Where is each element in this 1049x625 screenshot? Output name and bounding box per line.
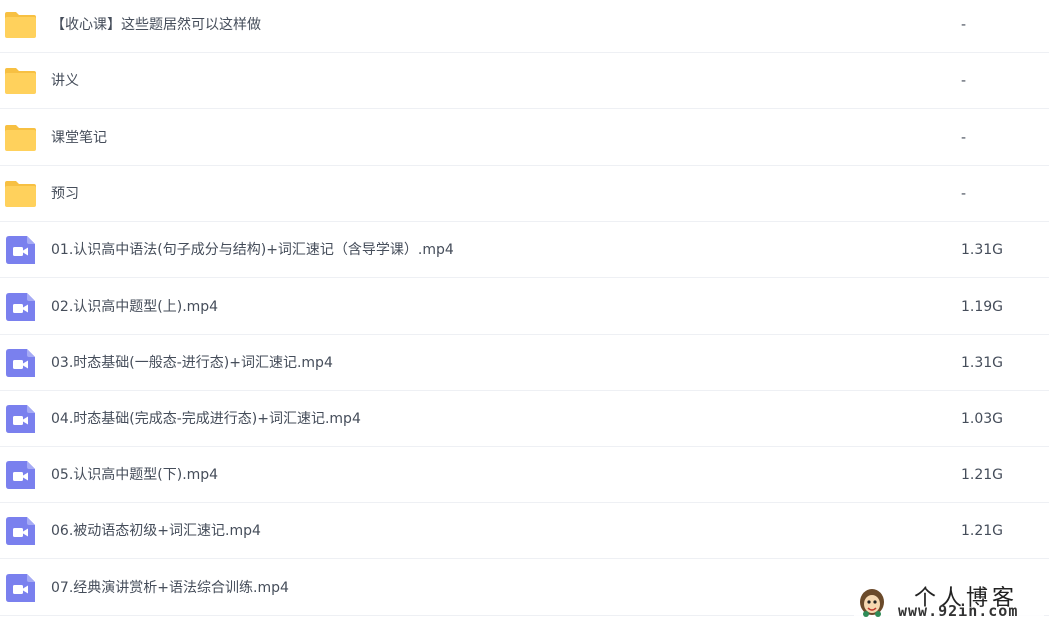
video-file-icon [4, 461, 37, 489]
list-item[interactable]: 预习 - [0, 166, 1049, 222]
list-item[interactable]: 05.认识高中题型(下).mp4 1.21G [0, 447, 1049, 503]
file-size: 1.21G [961, 467, 1004, 483]
list-item[interactable]: 04.时态基础(完成态-完成进行态)+词汇速记.mp4 1.03G [0, 391, 1049, 447]
file-size: 1.19G [961, 299, 1004, 315]
file-size: - [961, 186, 967, 202]
file-name: 06.被动语态初级+词汇速记.mp4 [51, 523, 261, 539]
folder-icon [4, 11, 37, 39]
file-name: 讲义 [51, 73, 79, 89]
list-item[interactable]: 01.认识高中语法(句子成分与结构)+词汇速记（含导学课）.mp4 1.31G [0, 222, 1049, 278]
video-file-icon [4, 517, 37, 545]
file-list: 【收心课】这些题居然可以这样做 - 讲义 - 课堂笔记 - 预习 - 01.认识… [0, 0, 1049, 625]
mascot-logo-icon [856, 584, 888, 622]
video-file-icon [4, 293, 37, 321]
file-size: 1.31G [961, 242, 1004, 258]
file-name: 03.时态基础(一般态-进行态)+词汇速记.mp4 [51, 355, 333, 371]
video-file-icon [4, 405, 37, 433]
file-name: 预习 [51, 186, 79, 202]
file-name: 课堂笔记 [51, 130, 107, 146]
file-size: 1.21G [961, 523, 1004, 539]
file-name: 07.经典演讲赏析+语法综合训练.mp4 [51, 580, 289, 596]
file-name: 04.时态基础(完成态-完成进行态)+词汇速记.mp4 [51, 411, 361, 427]
folder-icon [4, 124, 37, 152]
file-name: 01.认识高中语法(句子成分与结构)+词汇速记（含导学课）.mp4 [51, 242, 454, 258]
file-size: 1.03G [961, 411, 1004, 427]
folder-icon [4, 67, 37, 95]
list-item[interactable]: 讲义 - [0, 53, 1049, 109]
file-name: 02.认识高中题型(上).mp4 [51, 299, 219, 315]
video-file-icon [4, 349, 37, 377]
folder-icon [4, 180, 37, 208]
list-item[interactable]: 【收心课】这些题居然可以这样做 - [0, 0, 1049, 53]
file-name: 【收心课】这些题居然可以这样做 [51, 17, 261, 33]
file-size: - [961, 73, 967, 89]
watermark-url: www.92in.com [898, 602, 1019, 620]
file-size: - [961, 130, 967, 146]
video-file-icon [4, 236, 37, 264]
file-name: 05.认识高中题型(下).mp4 [51, 467, 219, 483]
list-item[interactable]: 06.被动语态初级+词汇速记.mp4 1.21G [0, 503, 1049, 559]
list-item[interactable]: 02.认识高中题型(上).mp4 1.19G [0, 279, 1049, 335]
list-item[interactable]: 03.时态基础(一般态-进行态)+词汇速记.mp4 1.31G [0, 335, 1049, 391]
list-item[interactable]: 课堂笔记 - [0, 110, 1049, 166]
file-size: - [961, 17, 967, 33]
blog-watermark: 个人博客 www.92in.com [854, 580, 1044, 622]
file-size: 1.31G [961, 355, 1004, 371]
video-file-icon [4, 574, 37, 602]
